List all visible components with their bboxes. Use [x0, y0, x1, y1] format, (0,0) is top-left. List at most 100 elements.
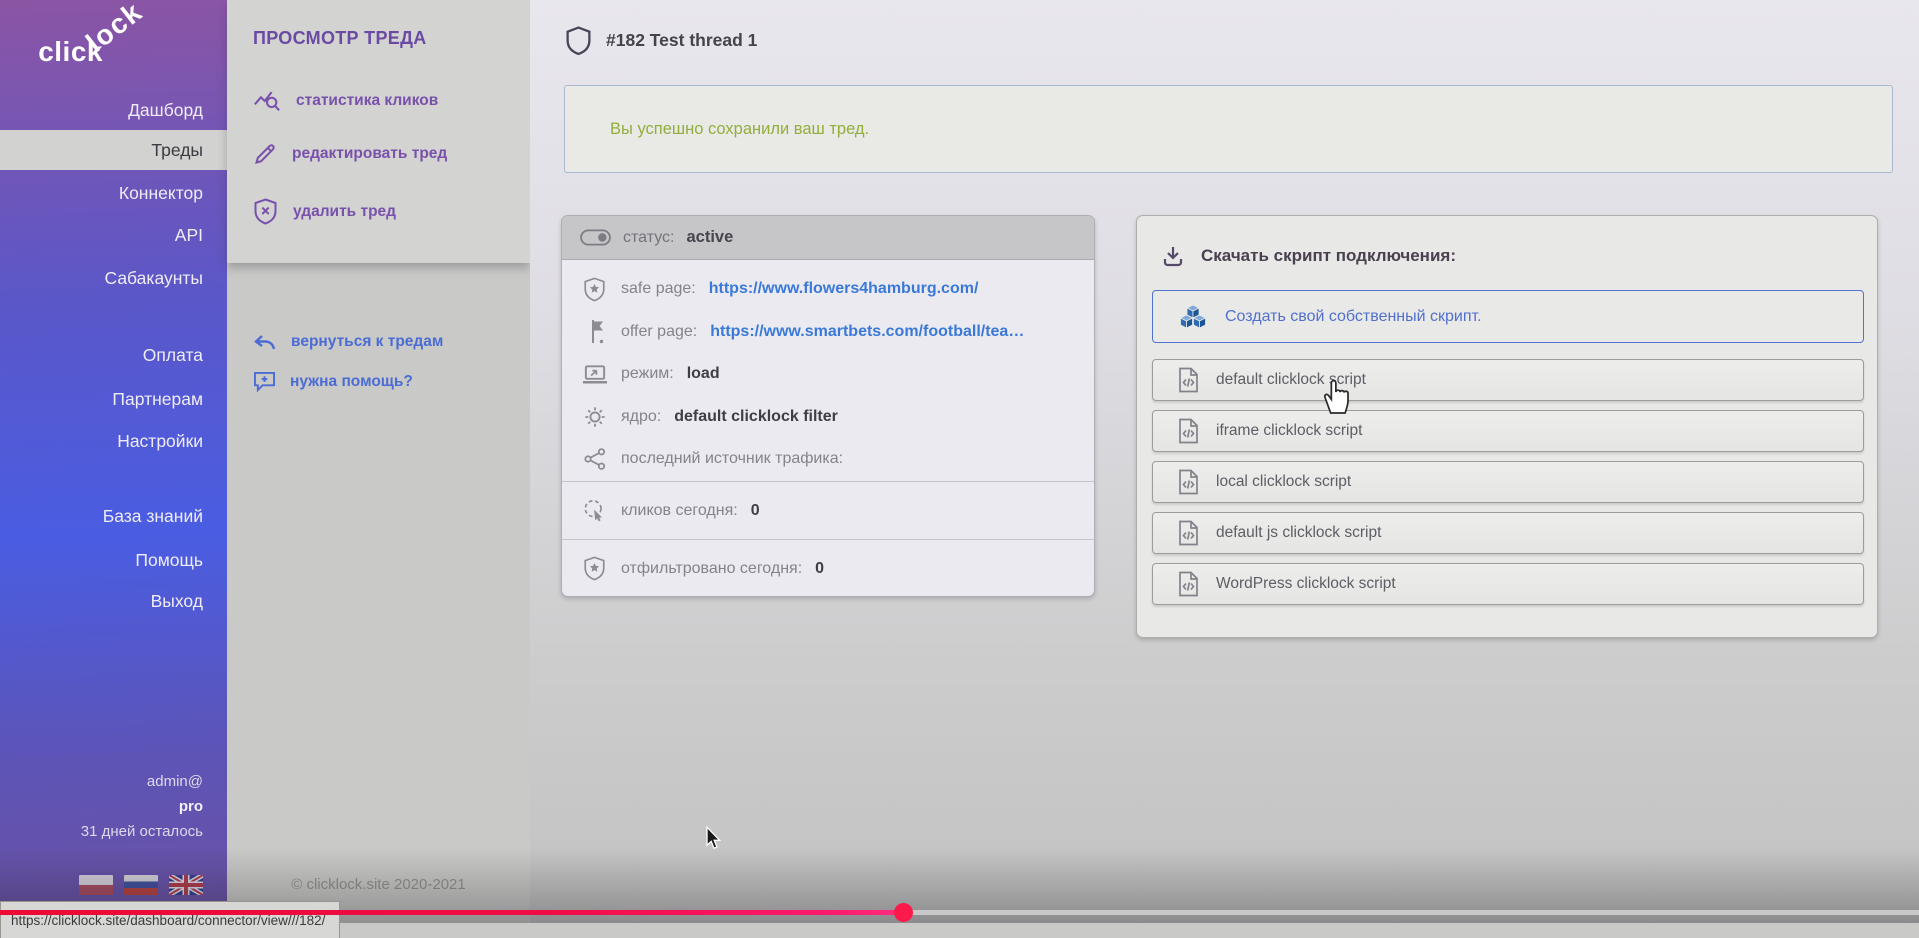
copyright-text: © clicklock.site 2020-2021 [227, 876, 530, 893]
row-label: последний источник трафика: [621, 450, 843, 468]
button-label: Создать свой собственный скрипт. [1225, 308, 1482, 326]
wordpress-clicklock-script-button[interactable]: WordPress clicklock script [1152, 563, 1864, 605]
default-clicklock-script-button[interactable]: default clicklock script [1152, 359, 1864, 401]
sidebar-item-api[interactable]: API [0, 215, 227, 255]
menu-item-click-stats[interactable]: статистика кликов [253, 88, 438, 114]
sidebar-item-threads[interactable]: Треды [0, 130, 227, 170]
comment-plus-icon [253, 371, 276, 392]
menu-item-edit-thread[interactable]: редактировать тред [253, 142, 447, 166]
row-label: ядро: [621, 408, 661, 426]
file-code-icon [1178, 469, 1199, 495]
button-label: local clicklock script [1216, 473, 1351, 491]
sidebar-item-dashboard[interactable]: Дашборд [0, 90, 227, 130]
row-value: load [687, 365, 720, 383]
russia-flag-icon[interactable] [124, 875, 158, 895]
sidebar-item-payment[interactable]: Оплата [0, 335, 227, 375]
download-card-header: Скачать скрипт подключения: [1161, 244, 1456, 268]
row-label: отфильтровано сегодня: [621, 560, 802, 578]
page-title: #182 Test thread 1 [606, 30, 757, 51]
filtered-today-row: отфильтровано сегодня: 0 [562, 539, 1094, 597]
clicklock-logo[interactable]: clicklock [38, 36, 165, 68]
sidebar-item-knowledge-base[interactable]: База знаний [0, 496, 227, 536]
row-label: кликов сегодня: [621, 502, 738, 520]
share-icon [581, 448, 608, 470]
iframe-clicklock-script-button[interactable]: iframe clicklock script [1152, 410, 1864, 452]
status-stats-section: кликов сегодня: 0 отфильтровано сегодня:… [562, 481, 1094, 597]
status-value: active [686, 228, 733, 247]
undo-arrow-icon [253, 334, 277, 351]
create-own-script-button[interactable]: Создать свой собственный скрипт. [1152, 290, 1864, 343]
status-rows: safe page: https://www.flowers4hamburg.c… [562, 268, 1094, 481]
status-row-last-traffic-source: последний источник трафика: [562, 438, 1094, 481]
clicks-today-row: кликов сегодня: 0 [562, 481, 1094, 539]
player-track-progress[interactable] [0, 910, 903, 915]
main-content: #182 Test thread 1 Вы успешно сохранили … [530, 0, 1919, 923]
shield-star-icon [581, 277, 608, 302]
shield-star-icon [581, 556, 608, 581]
button-label: default js clicklock script [1216, 524, 1381, 542]
page-header: #182 Test thread 1 [566, 26, 757, 55]
player-track-remaining[interactable] [903, 910, 1919, 915]
default-js-clicklock-script-button[interactable]: default js clicklock script [1152, 512, 1864, 554]
row-label: safe page: [621, 280, 696, 298]
sidebar-item-connector[interactable]: Коннектор [0, 173, 227, 213]
pencil-icon [253, 142, 277, 166]
file-code-icon [1178, 571, 1199, 597]
click-icon [581, 498, 608, 523]
filtered-today-value: 0 [815, 560, 824, 578]
shield-x-icon [253, 198, 278, 225]
button-label: iframe clicklock script [1216, 422, 1362, 440]
row-value: default clicklock filter [674, 408, 838, 426]
account-info: admin@ pro 31 дней осталось [81, 769, 203, 844]
status-header: статус: active [562, 216, 1094, 260]
offer-page-link[interactable]: https://www.smartbets.com/football/tea… [710, 323, 1024, 341]
sidebar-item-logout[interactable]: Выход [0, 581, 227, 621]
file-code-icon [1178, 367, 1199, 393]
menu-item-label: статистика кликов [296, 92, 438, 110]
toggle-on-icon [580, 229, 611, 246]
menu-item-delete-thread[interactable]: удалить тред [253, 198, 396, 225]
safe-page-link[interactable]: https://www.flowers4hamburg.com/ [709, 280, 979, 298]
language-switcher [79, 875, 203, 895]
signpost-icon [581, 319, 608, 344]
menu-item-label: удалить тред [293, 203, 396, 221]
status-row-mode: режим: load [562, 353, 1094, 396]
stats-search-icon [253, 88, 281, 114]
thread-menu-title: ПРОСМОТР ТРЕДА [253, 28, 427, 49]
account-plan: pro [81, 794, 203, 819]
link-label: нужна помощь? [290, 373, 413, 391]
button-label: default clicklock script [1216, 371, 1366, 389]
link-label: вернуться к тредам [291, 333, 443, 351]
clicks-today-value: 0 [751, 502, 760, 520]
success-alert-text: Вы успешно сохранили ваш тред. [610, 120, 869, 139]
poland-flag-icon[interactable] [79, 875, 113, 895]
player-scrubber-handle[interactable] [894, 903, 913, 922]
thread-status-card: статус: active safe page: https://www.fl… [561, 215, 1095, 597]
account-email: admin@ [81, 769, 203, 794]
download-script-card: Скачать скрипт подключения: Создать свой… [1136, 215, 1878, 638]
sidebar-item-settings[interactable]: Настройки [0, 421, 227, 461]
cubes-icon [1178, 304, 1208, 329]
sidebar-item-subaccounts[interactable]: Сабакаунты [0, 258, 227, 298]
gear-icon [581, 406, 608, 428]
download-card-title: Скачать скрипт подключения: [1201, 246, 1456, 266]
sidebar-item-partners[interactable]: Партнерам [0, 379, 227, 419]
link-back-to-threads[interactable]: вернуться к тредам [253, 333, 443, 351]
status-label: статус: [623, 229, 674, 247]
status-row-safe-page: safe page: https://www.flowers4hamburg.c… [562, 268, 1094, 311]
local-clicklock-script-button[interactable]: local clicklock script [1152, 461, 1864, 503]
download-icon [1161, 244, 1185, 268]
row-label: offer page: [621, 323, 697, 341]
success-alert: Вы успешно сохранили ваш тред. [564, 85, 1893, 173]
link-need-help[interactable]: нужна помощь? [253, 371, 413, 392]
uk-flag-icon[interactable] [169, 875, 203, 895]
menu-item-label: редактировать тред [292, 145, 447, 163]
button-label: WordPress clicklock script [1216, 575, 1396, 593]
status-row-offer-page: offer page: https://www.smartbets.com/fo… [562, 311, 1094, 354]
status-bar-url-tooltip: https://clicklock.site/dashboard/connect… [0, 901, 340, 938]
file-code-icon [1178, 418, 1199, 444]
file-code-icon [1178, 520, 1199, 546]
laptop-share-icon [581, 364, 608, 385]
sidebar-item-help[interactable]: Помощь [0, 540, 227, 580]
thread-menu-panel: ПРОСМОТР ТРЕДА статистика кликов редакти… [227, 0, 530, 923]
